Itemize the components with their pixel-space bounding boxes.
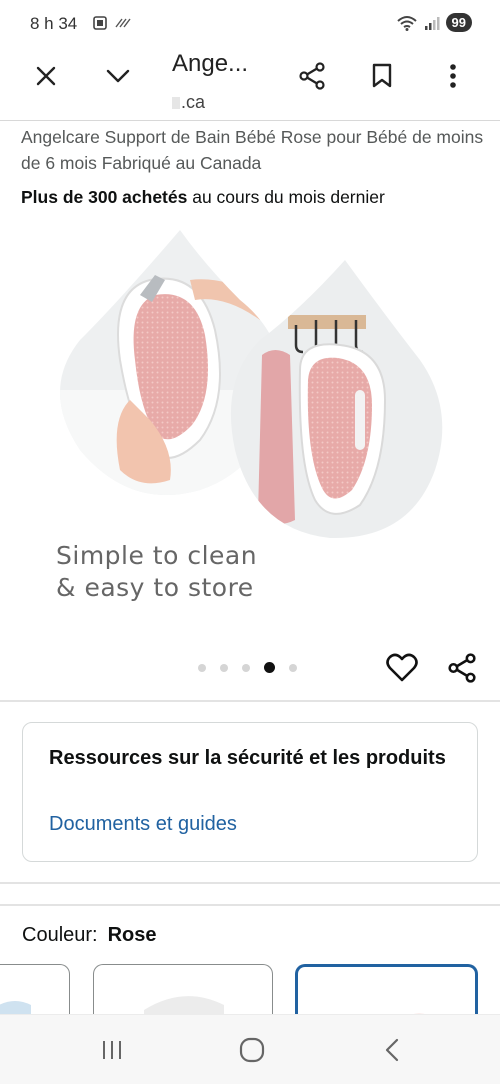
share-icon — [448, 653, 476, 683]
home-icon — [239, 1037, 265, 1063]
purchase-count-bold: Plus de 300 achetés — [21, 187, 188, 207]
section-divider — [0, 700, 500, 702]
carousel-dot[interactable] — [198, 663, 206, 672]
hero-caption-line2: & easy to store — [56, 573, 254, 602]
more-vert-icon — [450, 64, 456, 88]
home-button[interactable] — [232, 1035, 272, 1065]
page-url[interactable]: .ca — [172, 92, 205, 113]
section-divider — [0, 904, 500, 906]
carousel-dot[interactable] — [242, 663, 250, 672]
back-icon — [385, 1038, 399, 1062]
recents-icon — [103, 1041, 121, 1059]
wifi-icon — [396, 15, 417, 31]
status-right-icons: 99 — [396, 13, 472, 32]
favorite-button[interactable] — [384, 650, 420, 686]
product-illustration — [60, 230, 443, 539]
screenshot-icon — [93, 16, 107, 30]
resources-card: Ressources sur la sécurité et les produi… — [22, 722, 478, 862]
system-nav-bar — [0, 1014, 500, 1084]
signal-icon — [424, 16, 440, 30]
hero-caption-line1: Simple to clean — [56, 541, 258, 570]
wifi-calling-icon — [115, 18, 131, 28]
status-notification-icons — [92, 15, 132, 31]
dropdown-button[interactable] — [100, 58, 136, 94]
browser-toolbar: Ange... .ca — [0, 46, 500, 118]
more-options-button[interactable] — [435, 58, 471, 94]
hero-caption: Simple to clean & easy to store — [56, 540, 257, 604]
carousel-dot[interactable] — [220, 663, 228, 672]
purchase-count-rest: au cours du mois dernier — [187, 187, 385, 207]
status-time: 8 h 34 — [30, 14, 78, 33]
bookmark-icon — [372, 63, 392, 88]
share-icon — [299, 62, 325, 90]
carousel-dot-active[interactable] — [264, 662, 275, 673]
recents-button[interactable] — [92, 1035, 132, 1065]
page-title[interactable]: Ange... — [172, 50, 248, 78]
purchase-count: Plus de 300 achetés au cours du mois der… — [21, 184, 385, 210]
status-bar: 8 h 34 99 — [0, 0, 500, 46]
product-title[interactable]: Angelcare Support de Bain Bébé Rose pour… — [21, 124, 491, 176]
battery-badge: 99 — [445, 13, 472, 32]
carousel-dot[interactable] — [289, 663, 297, 672]
share-button[interactable] — [294, 58, 330, 94]
documents-link[interactable]: Documents et guides — [49, 813, 237, 836]
heart-icon — [386, 653, 418, 682]
carousel-indicator — [198, 662, 297, 673]
share-product-button[interactable] — [444, 650, 480, 686]
chevron-down-icon — [106, 69, 130, 83]
resources-title: Ressources sur la sécurité et les produi… — [49, 747, 446, 769]
close-icon — [36, 66, 56, 86]
color-label: Couleur: Rose — [22, 924, 157, 947]
section-divider — [0, 882, 500, 884]
color-value: Rose — [107, 924, 157, 946]
back-button[interactable] — [372, 1035, 412, 1065]
toolbar-divider — [0, 120, 500, 121]
bookmark-button[interactable] — [364, 58, 400, 94]
close-button[interactable] — [28, 58, 64, 94]
color-label-text: Couleur: — [22, 924, 98, 946]
